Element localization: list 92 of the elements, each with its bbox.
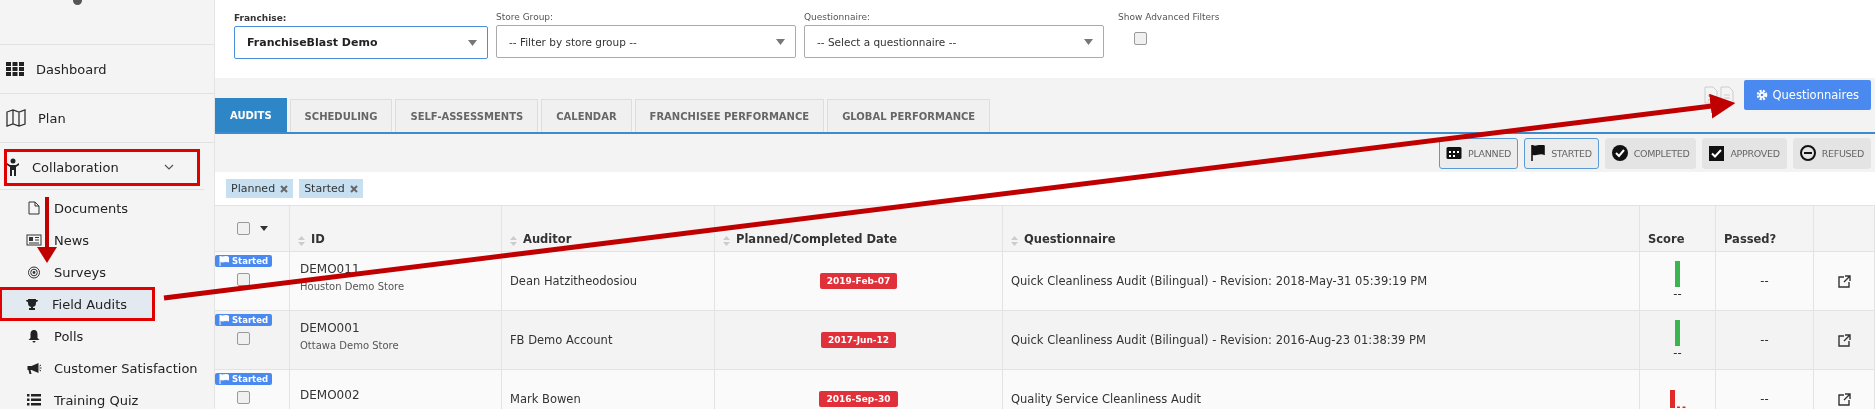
external-link-icon[interactable]: [1837, 274, 1851, 288]
sidebar-subitem[interactable]: Training Quiz: [0, 384, 214, 409]
table-cell: --: [1760, 392, 1769, 406]
table-cell: --: [1760, 274, 1769, 288]
tab[interactable]: SCHEDULING: [289, 99, 393, 132]
tab[interactable]: AUDITS: [215, 98, 287, 132]
table-cell: Quality Service Cleanliness Audit: [1011, 392, 1202, 406]
filter-label: Franchise:: [234, 13, 288, 23]
target-icon: [26, 265, 42, 279]
sidebar-item[interactable]: Collaboration: [0, 145, 204, 190]
grid-icon: [6, 62, 24, 76]
filter-label: Show Advanced Filters: [1118, 12, 1220, 22]
close-icon[interactable]: [349, 184, 358, 193]
status-badge: Started: [215, 373, 273, 385]
tab[interactable]: CALENDAR: [541, 99, 632, 132]
column-header: Score: [1648, 232, 1685, 246]
map-icon: [6, 108, 26, 128]
caret-icon[interactable]: [259, 226, 268, 231]
table-cell: Quick Cleanliness Audit (Bilingual) - Revision: 2016-Aug-23 01:38:39 PM: [1011, 333, 1426, 347]
audit-id: DEMO002: [300, 388, 360, 402]
score-value: --: [1673, 287, 1682, 301]
status-badge: Started: [215, 314, 273, 326]
filter-label: Store Group:: [496, 12, 555, 22]
tab[interactable]: SELF-ASSESSMENTS: [395, 99, 539, 132]
minus-circle-icon: [1799, 145, 1816, 161]
newspaper-icon: [26, 234, 42, 246]
table-cell: --: [1760, 333, 1769, 347]
external-link-icon[interactable]: [1837, 333, 1851, 347]
date-badge: 2019-Feb-07: [819, 273, 898, 289]
tab[interactable]: GLOBAL PERFORMANCE: [827, 99, 991, 132]
status-filter-button[interactable]: REFUSED: [1792, 137, 1871, 169]
column-header: Planned/Completed Date: [736, 232, 898, 246]
sidebar-subitem[interactable]: Field Audits: [0, 288, 154, 320]
select-all-checkbox[interactable]: [236, 222, 250, 235]
table-cell: Mark Bowen: [510, 392, 581, 406]
date-badge: 2017-Jun-12: [820, 332, 897, 348]
audit-id: DEMO011: [300, 262, 360, 276]
store-name: Ottawa Demo Store: [300, 340, 399, 351]
annotation-arrow: [37, 197, 57, 263]
sidebar-subitem[interactable]: Customer Satisfaction: [0, 352, 214, 384]
select-field[interactable]: -- Filter by store group --: [496, 25, 796, 58]
table-cell: Dean Hatzitheodosiou: [510, 274, 638, 288]
caret-icon: [468, 39, 477, 46]
flag-icon: [219, 315, 229, 325]
megaphone-icon: [26, 361, 42, 375]
flag-icon: [219, 374, 229, 384]
column-header: ID: [311, 232, 325, 246]
row-checkbox[interactable]: [237, 391, 250, 404]
score-value: --: [1673, 346, 1682, 360]
status-filter-button[interactable]: STARTED: [1524, 137, 1599, 169]
flag-icon: [1531, 145, 1546, 161]
flag-icon: [219, 256, 229, 266]
status-badge: Started: [215, 255, 273, 267]
sidebar-subitem[interactable]: Surveys: [0, 256, 214, 288]
checkbox-icon: [1709, 145, 1725, 161]
tab[interactable]: FRANCHISEE PERFORMANCE: [634, 99, 825, 132]
audit-id: DEMO001: [300, 321, 360, 335]
select-field[interactable]: -- Select a questionnaire --: [804, 25, 1104, 58]
filter-chip[interactable]: Started: [299, 179, 363, 198]
status-filter-button[interactable]: PLANNED: [1438, 137, 1519, 169]
trophy-icon: [24, 297, 40, 311]
calendar-icon: [1445, 146, 1462, 160]
caret-icon: [1084, 38, 1093, 45]
column-header: Questionnaire: [1024, 232, 1116, 246]
table-cell: FB Demo Account: [510, 333, 613, 347]
status-filter-button[interactable]: COMPLETED: [1604, 137, 1697, 169]
document-icon: [26, 201, 42, 215]
date-badge: 2016-Sep-30: [819, 391, 898, 407]
bell-icon: [26, 329, 42, 343]
select-field[interactable]: FranchiseBlast Demo: [234, 26, 488, 59]
filter-chip[interactable]: Planned: [226, 179, 294, 198]
sidebar-subitem[interactable]: News: [0, 224, 214, 256]
row-checkbox[interactable]: [237, 332, 250, 345]
check-circle-icon: [1611, 145, 1628, 161]
column-header: Passed?: [1724, 232, 1777, 246]
filter-label: Questionnaire:: [804, 12, 872, 22]
gear-icon: [1756, 89, 1769, 101]
row-checkbox[interactable]: [237, 273, 250, 286]
sidebar-item[interactable]: Dashboard: [0, 45, 214, 94]
external-link-icon[interactable]: [1837, 392, 1851, 406]
close-icon[interactable]: [280, 184, 289, 193]
sidebar-subitem[interactable]: Documents: [0, 192, 214, 224]
person-icon: [6, 158, 20, 176]
list-icon: [26, 394, 42, 406]
caret-icon: [776, 38, 785, 45]
store-name: Houston Demo Store: [300, 281, 405, 292]
sidebar-subitem[interactable]: Polls: [0, 320, 214, 352]
column-header: Auditor: [523, 232, 572, 246]
checkbox[interactable]: [1134, 32, 1147, 45]
status-filter-button[interactable]: APPROVED: [1702, 137, 1787, 169]
sidebar-item[interactable]: Plan: [0, 94, 214, 143]
table-cell: Quick Cleanliness Audit (Bilingual) - Revision: 2018-May-31 05:39:19 PM: [1011, 274, 1428, 288]
